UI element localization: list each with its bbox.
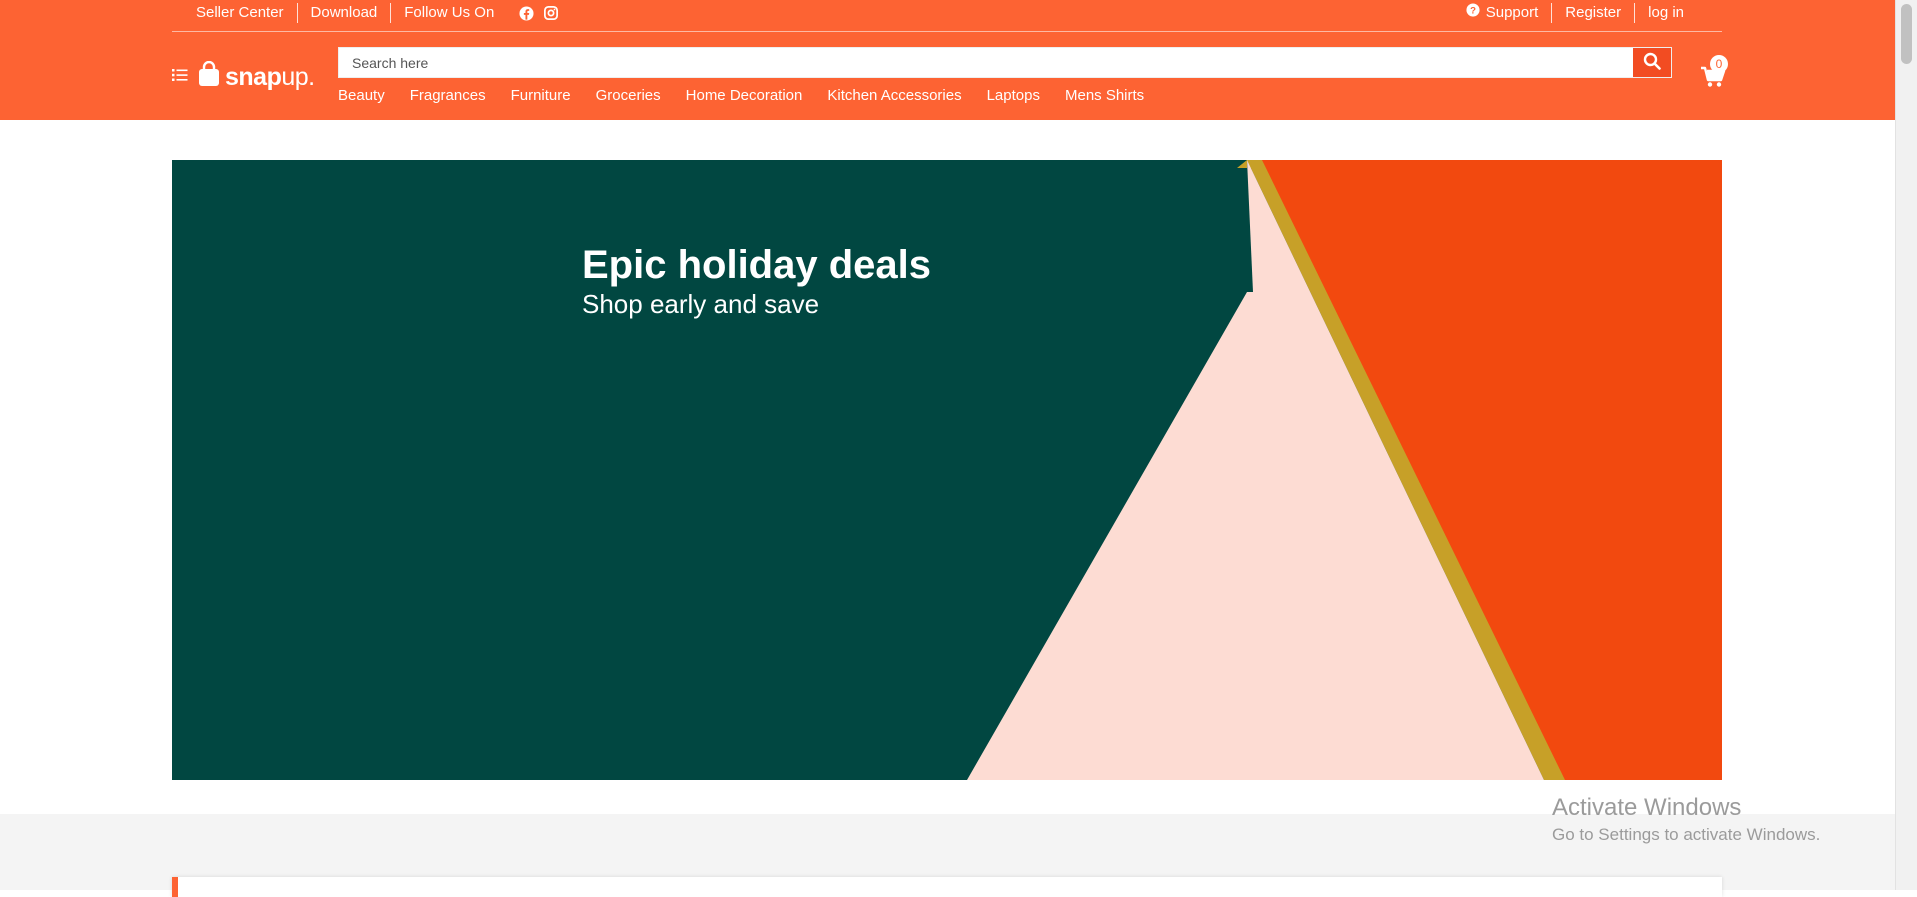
follow-us-label: Follow Us On xyxy=(404,4,495,21)
category-nav: Beauty Fragrances Furniture Groceries Ho… xyxy=(338,86,1169,106)
banner-text: Epic holiday deals Shop early and save xyxy=(582,242,931,320)
download-link[interactable]: Download xyxy=(298,3,392,23)
banner-title: Epic holiday deals xyxy=(582,243,932,287)
shopping-bag-icon xyxy=(198,60,220,92)
category-link[interactable]: Groceries xyxy=(596,86,661,106)
watermark-title: Activate Windows xyxy=(1552,794,1742,821)
category-link[interactable]: Beauty xyxy=(338,86,385,106)
category-link[interactable]: Mens Shirts xyxy=(1065,86,1144,106)
search-button[interactable] xyxy=(1633,48,1671,77)
facebook-icon[interactable] xyxy=(519,5,534,21)
seller-center-link[interactable]: Seller Center xyxy=(172,3,298,23)
cart-icon xyxy=(1700,66,1726,92)
hero-banner[interactable]: Epic holiday deals Shop early and save xyxy=(172,160,1722,780)
logo-text: snapup. xyxy=(225,62,315,92)
logo-wordmark: snap xyxy=(225,62,282,91)
help-icon: ? xyxy=(1466,3,1480,23)
register-link[interactable]: Register xyxy=(1552,3,1636,23)
svg-text:?: ? xyxy=(1470,6,1476,17)
search-bar xyxy=(338,47,1672,78)
search-icon xyxy=(1643,52,1661,73)
category-link[interactable]: Laptops xyxy=(987,86,1040,106)
category-link[interactable]: Furniture xyxy=(511,86,571,106)
social-links xyxy=(519,5,559,21)
cart-count-badge: 0 xyxy=(1710,55,1728,73)
menu-list-icon[interactable] xyxy=(172,68,188,87)
windows-activation-watermark: Activate Windows Go to Settings to activ… xyxy=(1552,793,1820,847)
banner-artwork xyxy=(172,160,1722,780)
search-input[interactable] xyxy=(339,48,1633,77)
site-logo[interactable]: snapup. xyxy=(198,60,315,92)
banner-subtitle: Shop early and save xyxy=(582,289,820,319)
login-link[interactable]: log in xyxy=(1635,3,1697,23)
support-link[interactable]: ? Support xyxy=(1453,3,1553,23)
category-link[interactable]: Home Decoration xyxy=(686,86,803,106)
category-link[interactable]: Fragrances xyxy=(410,86,486,106)
top-bar: Seller Center Download Follow Us On ? Su… xyxy=(172,0,1722,32)
instagram-icon[interactable] xyxy=(544,6,559,20)
scrollbar-thumb[interactable] xyxy=(1901,4,1912,64)
category-link[interactable]: Kitchen Accessories xyxy=(827,86,961,106)
watermark-subtitle: Go to Settings to activate Windows. xyxy=(1552,825,1821,844)
top-bar-left: Seller Center Download Follow Us On xyxy=(172,0,559,26)
support-label: Support xyxy=(1485,4,1539,21)
content-card xyxy=(172,877,1722,897)
site-header: Seller Center Download Follow Us On ? Su… xyxy=(0,0,1895,120)
top-bar-right: ? Support Register log in xyxy=(1453,0,1697,26)
logo-suffix: up. xyxy=(281,62,315,91)
page-scrollbar[interactable] xyxy=(1895,0,1917,890)
